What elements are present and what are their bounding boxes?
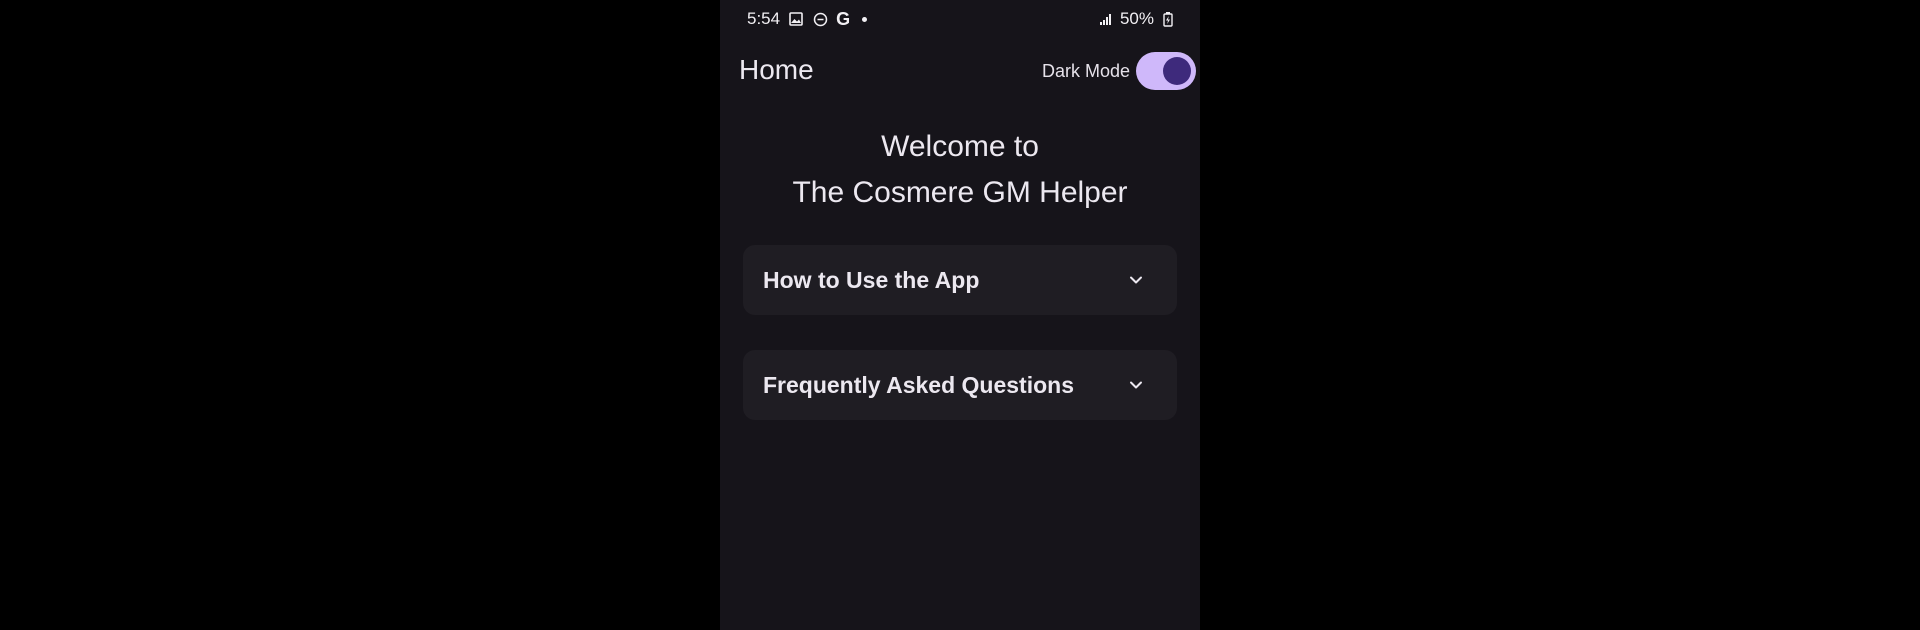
dot-icon <box>862 16 868 22</box>
app-bar: Home Dark Mode <box>720 50 1200 92</box>
dark-mode-label: Dark Mode <box>1041 60 1130 81</box>
battery-charging-icon <box>1160 11 1176 27</box>
accordion-title: Frequently Asked Questions <box>763 372 1074 398</box>
welcome-line-1: Welcome to <box>881 130 1039 163</box>
battery-percent: 50% <box>1119 9 1154 28</box>
status-left: 5:54 G <box>747 8 868 29</box>
dark-mode-control: Dark Mode <box>1042 50 1196 92</box>
status-time: 5:54 <box>747 9 781 28</box>
toggle-knob <box>1163 57 1191 85</box>
welcome-line-2: The Cosmere GM Helper <box>792 176 1128 209</box>
status-right: 50% <box>1098 9 1176 29</box>
chevron-down-icon <box>1130 381 1142 389</box>
dark-mode-toggle[interactable] <box>1136 52 1196 90</box>
signal-icon <box>1098 11 1114 27</box>
status-bar: 5:54 G 50% <box>720 0 1200 40</box>
image-icon <box>788 11 804 27</box>
accordion-title: How to Use the App <box>763 267 980 293</box>
accordion-how-to-use[interactable]: How to Use the App <box>743 245 1177 315</box>
google-icon: G <box>836 8 851 29</box>
page-title: Home <box>739 54 814 85</box>
accordion-faq[interactable]: Frequently Asked Questions <box>743 350 1177 420</box>
do-not-disturb-icon <box>812 11 828 27</box>
chevron-down-icon <box>1130 276 1142 284</box>
phone-screen: 5:54 G 50% Home Dark Mode Welcome to The… <box>720 0 1200 630</box>
welcome-heading: Welcome to The Cosmere GM Helper <box>720 124 1200 216</box>
